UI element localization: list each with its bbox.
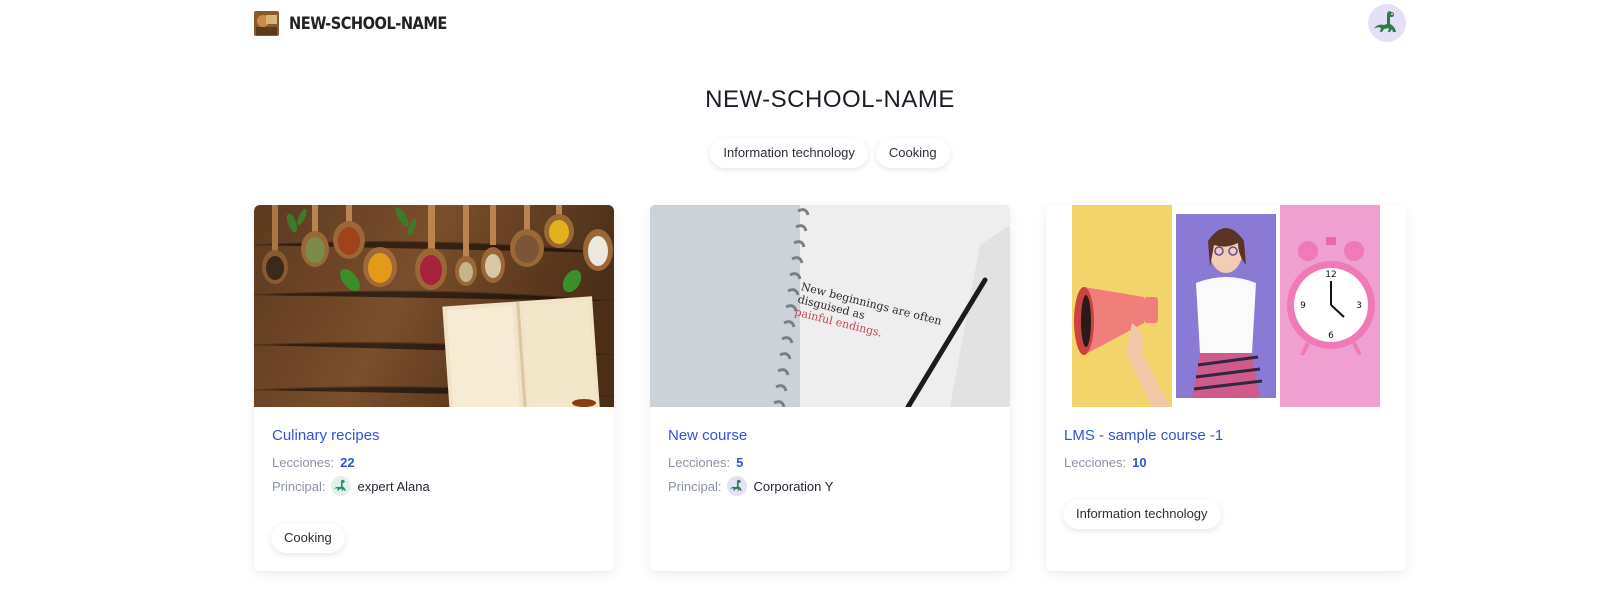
principal: Principal: Corporation Y — [668, 476, 992, 496]
principal-avatar — [331, 476, 352, 496]
course-image-collage[interactable]: 12 3 6 9 — [1046, 205, 1406, 407]
lessons-count: Lecciones: 10 — [1064, 454, 1388, 470]
principal-name: expert Alana — [357, 478, 430, 494]
lessons-label: Lecciones: — [668, 454, 731, 470]
course-category-chip[interactable]: Information technology — [1063, 499, 1221, 529]
top-bar: NEW-SCHOOL-NAME — [254, 4, 1406, 42]
course-title[interactable]: LMS - sample course -1 — [1064, 427, 1388, 444]
brand-name[interactable]: NEW-SCHOOL-NAME — [289, 14, 447, 34]
dinosaur-icon — [334, 479, 347, 491]
category-filters: Information technology Cooking — [0, 138, 1600, 168]
course-category-chip[interactable]: Cooking — [271, 523, 345, 553]
svg-text:9: 9 — [1300, 301, 1306, 311]
lessons-count: Lecciones: 22 — [272, 454, 596, 470]
principal-label: Principal: — [272, 478, 326, 494]
course-card-culinary-recipes[interactable]: Culinary recipes Lecciones: 22 Principal… — [254, 205, 614, 571]
brand[interactable]: NEW-SCHOOL-NAME — [254, 11, 473, 36]
course-title[interactable]: Culinary recipes — [272, 427, 596, 444]
principal: Principal: expert Alana — [272, 476, 596, 496]
dinosaur-icon — [1374, 11, 1396, 32]
lessons-label: Lecciones: — [1064, 454, 1127, 470]
course-card-body: Culinary recipes Lecciones: 22 Principal… — [254, 407, 614, 496]
svg-text:6: 6 — [1328, 331, 1334, 341]
course-card-body: LMS - sample course -1 Lecciones: 10 — [1046, 407, 1406, 470]
course-image-notebook[interactable]: New beginnings are often disguised as pa… — [650, 205, 1010, 407]
lessons-label: Lecciones: — [272, 454, 335, 470]
user-avatar[interactable] — [1368, 4, 1406, 42]
course-card-body: New course Lecciones: 5 Principal: Corpo… — [650, 407, 1010, 496]
category-chip-information-technology[interactable]: Information technology — [710, 138, 868, 168]
course-card-lms-sample[interactable]: 12 3 6 9 LMS - sample course -1 Lecciones: … — [1046, 205, 1406, 571]
principal-label: Principal: — [668, 478, 722, 494]
svg-text:12: 12 — [1325, 270, 1336, 280]
course-image-spices[interactable] — [254, 205, 614, 407]
lessons-number: 22 — [340, 454, 355, 470]
principal-name: Corporation Y — [753, 478, 834, 494]
lessons-number: 10 — [1132, 454, 1147, 470]
dinosaur-icon — [730, 479, 743, 491]
principal-avatar — [727, 476, 748, 496]
school-logo[interactable] — [254, 11, 279, 36]
lessons-count: Lecciones: 5 — [668, 454, 992, 470]
course-title[interactable]: New course — [668, 427, 992, 444]
course-list: Culinary recipes Lecciones: 22 Principal… — [254, 205, 1406, 571]
category-chip-cooking[interactable]: Cooking — [875, 138, 950, 168]
page-title: NEW-SCHOOL-NAME — [705, 86, 955, 113]
lessons-number: 5 — [736, 454, 744, 470]
course-card-new-course[interactable]: New beginnings are often disguised as pa… — [650, 205, 1010, 571]
svg-text:3: 3 — [1356, 301, 1362, 311]
